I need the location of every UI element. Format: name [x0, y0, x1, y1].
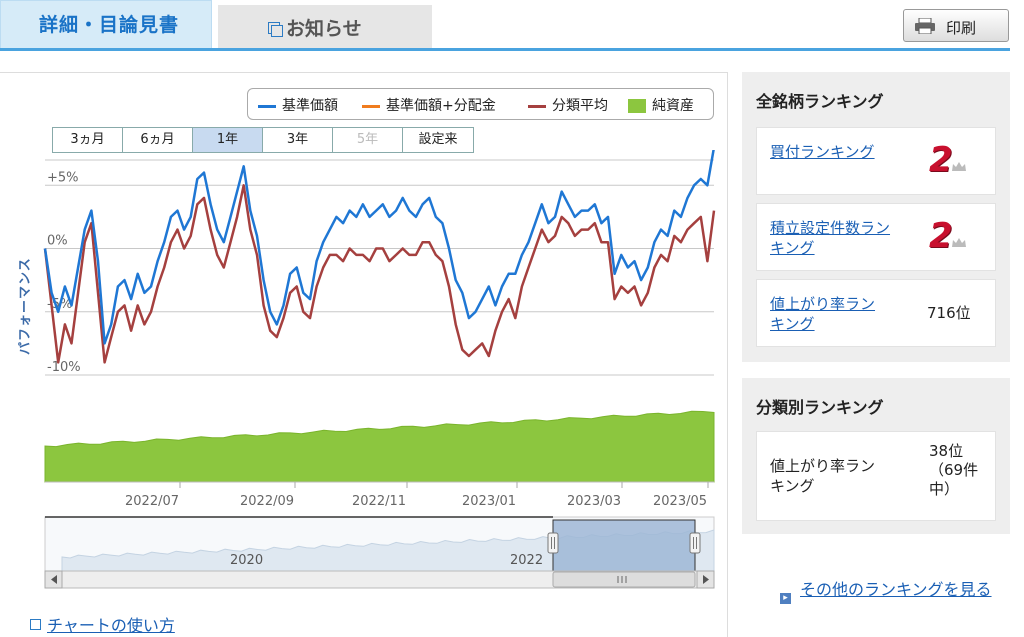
printer-icon: [915, 18, 935, 34]
chart-help-link[interactable]: チャートの使い方: [30, 612, 175, 636]
all-ranking-panel: 全銘柄ランキング 買付ランキング 2 積立設定件数ランキング 2 値上がり率ラン…: [742, 72, 1010, 362]
navigator-label: 2020: [230, 553, 263, 568]
category-ranking-title: 分類別ランキング: [756, 398, 884, 417]
legend-item-nav[interactable]: 基準価額: [258, 95, 338, 115]
legend-label: 基準価額: [282, 98, 338, 114]
navigator-handle: [547, 532, 559, 554]
more-rankings-link[interactable]: ▸ その他のランキングを見る: [780, 578, 1000, 604]
x-tick-label: 2023/01: [462, 494, 516, 509]
range-3m[interactable]: 3ヵ月: [53, 128, 123, 152]
performance-chart: +5%0%-5%-10% 2022/07 2022/09 2022/11 2023/0…: [43, 150, 716, 589]
rank-value: 38位（69件中）: [929, 442, 979, 498]
navigator-selection: [552, 519, 696, 572]
more-rankings-label: その他のランキングを見る: [800, 580, 992, 599]
x-tick-label: 2022/07: [125, 494, 179, 509]
legend-label: 純資産: [652, 98, 694, 114]
top-tab-bar: 詳細・目論見書 お知らせ 印刷: [0, 0, 1024, 52]
range-1y[interactable]: 1年: [193, 128, 263, 152]
legend-swatch: [528, 104, 546, 108]
y-tick-label: 0%: [47, 234, 68, 249]
ranking-link-savings[interactable]: 積立設定件数ランキング: [770, 218, 890, 258]
x-tick-label: 2023/05: [653, 494, 707, 509]
legend-swatch: [258, 104, 276, 108]
y-tick-label: -10%: [47, 360, 81, 375]
ranking-label-category-rise: 値上がり率ランキング: [770, 457, 876, 495]
crown-icon: [952, 162, 966, 171]
chart-series: [43, 150, 716, 364]
legend-item-category-average[interactable]: 分類平均: [528, 95, 608, 115]
legend-item-nav-dist[interactable]: 基準価額+分配金: [362, 95, 496, 115]
ranking-link-purchase[interactable]: 買付ランキング: [770, 142, 890, 162]
net-assets-fill: [44, 410, 715, 483]
scrollbar-thumb: [552, 571, 696, 588]
range-since-inception[interactable]: 設定来: [403, 128, 473, 152]
range-5y: 5年: [333, 128, 403, 152]
range-navigator[interactable]: 2020 2022: [44, 516, 715, 589]
tab-notices-label: お知らせ: [286, 18, 362, 40]
ranking-card-purchase: 買付ランキング 2: [756, 127, 996, 195]
x-tick-label: 2022/11: [352, 494, 406, 509]
rank-number: 2: [929, 216, 953, 256]
legend-item-net-assets[interactable]: 純資産: [628, 95, 694, 115]
x-tick-labels: 2022/07 2022/09 2022/11 2023/01 2023/03 2023/…: [125, 482, 709, 509]
chart-legend: 基準価額 基準価額+分配金 分類平均 純資産: [247, 88, 714, 120]
legend-swatch: [362, 104, 380, 108]
rank-number: 2: [929, 140, 953, 180]
navigator-label: 2022: [510, 553, 543, 568]
arrow-right-icon: ▸: [780, 593, 791, 604]
crown-icon: [952, 238, 966, 247]
category-ranking-panel: 分類別ランキング 値上がり率ランキング 38位（69件中）: [742, 378, 1010, 534]
tab-details-label: 詳細・目論見書: [39, 14, 180, 36]
window-icon: [30, 619, 41, 630]
legend-label: 基準価額+分配金: [386, 98, 496, 114]
y-tick-labels: +5%0%-5%-10%: [47, 170, 81, 375]
ranking-card-category-rise: 値上がり率ランキング 38位（69件中）: [756, 431, 996, 521]
ranking-link-price-rise[interactable]: 値上がり率ランキング: [770, 294, 890, 334]
rank-value: 716位: [927, 304, 971, 322]
range-6m[interactable]: 6ヵ月: [123, 128, 193, 152]
legend-swatch: [628, 99, 646, 113]
y-tick-label: +5%: [47, 170, 79, 185]
window-icon: [268, 22, 283, 37]
print-button[interactable]: 印刷: [903, 9, 1009, 42]
all-ranking-title: 全銘柄ランキング: [756, 92, 884, 111]
ranking-card-price-rise: 値上がり率ランキング 716位: [756, 279, 996, 347]
print-label: 印刷: [946, 19, 977, 37]
chart-help-label: チャートの使い方: [47, 616, 175, 635]
ranking-card-savings: 積立設定件数ランキング 2: [756, 203, 996, 271]
tab-notices[interactable]: お知らせ: [218, 5, 432, 48]
legend-label: 分類平均: [552, 98, 608, 114]
x-tick-label: 2022/09: [240, 494, 294, 509]
tab-underline: [0, 48, 1010, 51]
x-tick-label: 2023/03: [567, 494, 621, 509]
tab-details[interactable]: 詳細・目論見書: [0, 0, 212, 48]
range-3y[interactable]: 3年: [263, 128, 333, 152]
series-line: [43, 150, 715, 345]
navigator-handle: [689, 532, 701, 554]
net-assets-area: [44, 410, 715, 483]
